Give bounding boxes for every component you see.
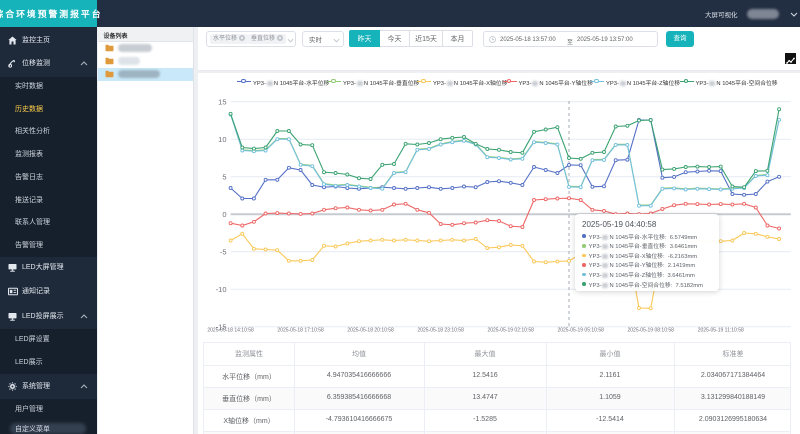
svg-text:2025-05-18 17:10:58: 2025-05-18 17:10:58 bbox=[277, 328, 324, 334]
svg-text:0: 0 bbox=[222, 210, 226, 219]
svg-text:2025-05-18 23:10:58: 2025-05-18 23:10:58 bbox=[417, 328, 464, 334]
svg-text:2025-05-19 11:10:58: 2025-05-19 11:10:58 bbox=[698, 328, 744, 334]
svg-text:2025-05-19 08:10:58: 2025-05-19 08:10:58 bbox=[628, 328, 675, 334]
svg-text:10: 10 bbox=[218, 135, 226, 144]
svg-text:2025-05-19 05:10:58: 2025-05-19 05:10:58 bbox=[557, 328, 604, 334]
svg-text:2025-05-19 02:10:58: 2025-05-19 02:10:58 bbox=[487, 328, 534, 334]
svg-text:5: 5 bbox=[222, 172, 226, 181]
svg-text:-10: -10 bbox=[216, 285, 227, 294]
svg-text:2025-05-18 14:10:58: 2025-05-18 14:10:58 bbox=[207, 328, 254, 334]
svg-text:-5: -5 bbox=[220, 247, 227, 256]
svg-text:15: 15 bbox=[218, 97, 226, 106]
svg-text:2025-05-18 20:10:58: 2025-05-18 20:10:58 bbox=[347, 328, 394, 334]
